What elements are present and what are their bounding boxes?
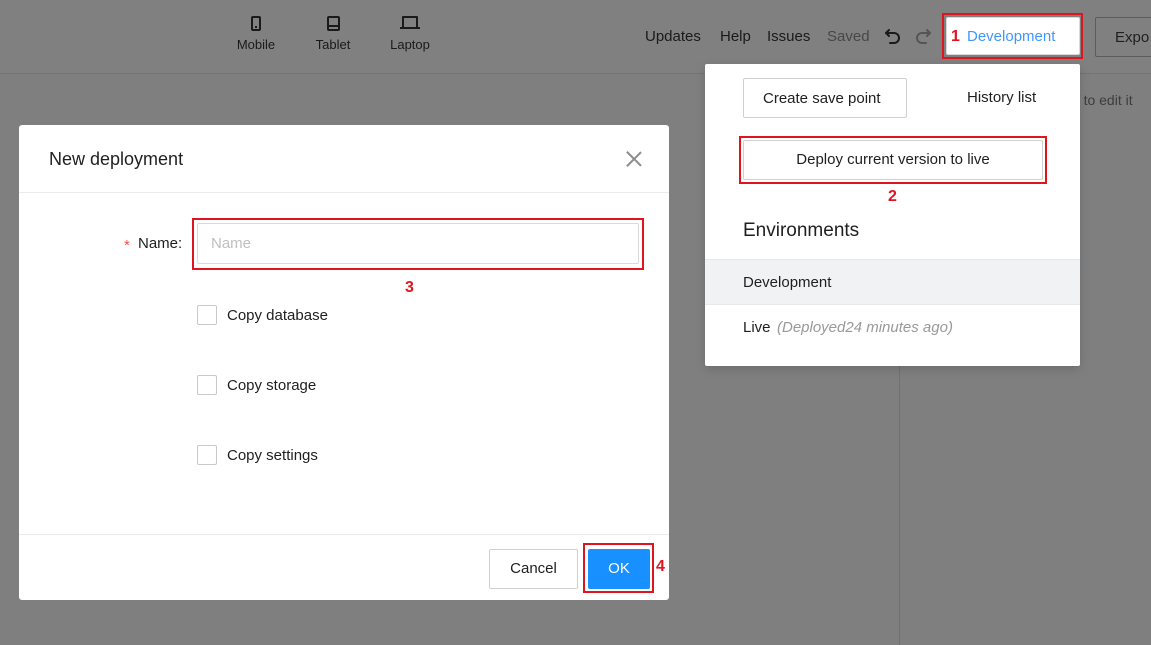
device-laptop-button[interactable]: Laptop xyxy=(387,16,433,52)
close-icon[interactable] xyxy=(626,151,642,167)
annotation-box-3 xyxy=(192,218,644,270)
new-deployment-modal: New deployment * Name: Copy database Cop… xyxy=(19,125,669,600)
copy-storage-label: Copy storage xyxy=(227,377,317,394)
panel-divider xyxy=(899,366,900,645)
annotation-number-1: 1 xyxy=(951,28,960,45)
export-button[interactable]: Expo xyxy=(1095,17,1151,57)
copy-storage-checkbox[interactable] xyxy=(197,375,217,395)
required-marker: * xyxy=(124,237,130,254)
annotation-number-3: 3 xyxy=(405,279,414,296)
annotation-number-4: 4 xyxy=(656,558,665,575)
laptop-icon xyxy=(400,16,420,31)
issues-link[interactable]: Issues xyxy=(767,28,810,45)
redo-icon[interactable] xyxy=(914,26,932,46)
environment-name: Development xyxy=(743,274,832,291)
environment-item-development[interactable]: Development xyxy=(705,259,1080,305)
device-laptop-label: Laptop xyxy=(390,37,430,52)
device-tablet-label: Tablet xyxy=(315,37,351,52)
undo-icon[interactable] xyxy=(884,26,902,46)
cancel-button[interactable]: Cancel xyxy=(489,549,578,589)
annotation-number-2: 2 xyxy=(888,188,897,205)
name-label: Name: xyxy=(138,235,183,252)
history-list-link[interactable]: History list xyxy=(967,89,1036,106)
tablet-icon xyxy=(326,16,340,31)
copy-settings-checkbox[interactable] xyxy=(197,445,217,465)
create-save-point-label: Create save point xyxy=(763,90,881,107)
environment-item-live[interactable]: Live (Deployed24 minutes ago) xyxy=(705,305,1080,351)
environment-deploy-status: (Deployed24 minutes ago) xyxy=(777,319,953,336)
help-link[interactable]: Help xyxy=(720,28,751,45)
environments-heading: Environments xyxy=(743,220,860,241)
name-label-text: Name xyxy=(138,235,179,252)
annotation-box-2 xyxy=(739,136,1047,184)
environment-dropdown-menu: Create save point History list Deploy cu… xyxy=(705,64,1080,366)
copy-settings-label: Copy settings xyxy=(227,447,318,464)
export-button-label: Expo xyxy=(1115,29,1150,46)
modal-title: New deployment xyxy=(49,149,184,169)
device-mobile-button[interactable]: Mobile xyxy=(233,16,279,52)
create-save-point-button[interactable]: Create save point xyxy=(743,78,907,118)
copy-database-label: Copy database xyxy=(227,307,328,324)
annotation-box-4 xyxy=(583,543,654,593)
modal-header: New deployment xyxy=(19,125,669,193)
annotation-box-1 xyxy=(942,13,1083,59)
saved-status: Saved xyxy=(827,28,870,45)
copy-database-checkbox[interactable] xyxy=(197,305,217,325)
modal-footer: Cancel OK xyxy=(19,534,669,600)
updates-link[interactable]: Updates xyxy=(645,28,701,45)
device-mobile-label: Mobile xyxy=(236,37,276,52)
mobile-icon xyxy=(251,16,261,31)
device-tablet-button[interactable]: Tablet xyxy=(312,16,354,52)
environment-name: Live xyxy=(743,319,771,336)
